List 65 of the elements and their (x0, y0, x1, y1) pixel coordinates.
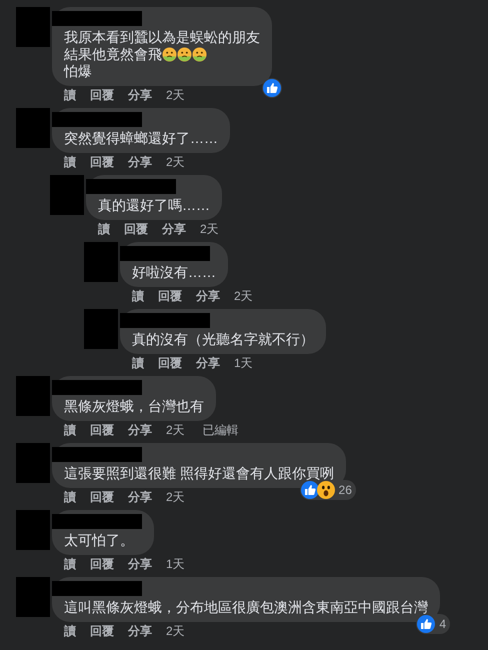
action-link[interactable]: 讀 (132, 356, 144, 370)
comment-text: 太可怕了。 (64, 532, 134, 549)
action-link[interactable]: 分享 (196, 356, 220, 370)
action-link[interactable]: 回覆 (90, 423, 114, 437)
action-link[interactable]: 回覆 (124, 222, 148, 236)
timestamp: 2天 (166, 88, 185, 102)
comment-text: 黑條灰燈蛾，台灣也有 (64, 398, 204, 415)
sick-face-icon (192, 47, 207, 62)
timestamp: 2天 (166, 624, 185, 638)
action-link[interactable]: 讀 (64, 88, 76, 102)
comment-text: 怕爆 (64, 63, 92, 80)
action-link[interactable]: 分享 (128, 490, 152, 504)
timestamp: 2天 (234, 289, 253, 303)
action-link[interactable]: 分享 (128, 155, 152, 169)
like-icon (300, 481, 319, 499)
comment-text: 好啦沒有…… (132, 264, 216, 281)
action-link[interactable]: 回覆 (90, 624, 114, 638)
timestamp: 1天 (234, 356, 253, 370)
comment-text: 真的沒有（光聽名字就不行） (132, 331, 314, 348)
redaction-block (16, 443, 50, 483)
redaction-block (84, 309, 118, 349)
redaction-block (16, 7, 50, 47)
comment-text: 我原本看到蠶以為是蜈蚣的朋友 (64, 29, 260, 46)
action-link[interactable]: 分享 (128, 557, 152, 571)
action-link[interactable]: 回覆 (158, 356, 182, 370)
timestamp: 2天 (200, 222, 219, 236)
redaction-block (84, 242, 118, 282)
timestamp: 2天 (166, 490, 185, 504)
redaction-block (16, 108, 50, 148)
redaction-block (16, 577, 50, 617)
action-link[interactable]: 讀 (64, 624, 76, 638)
comment-text: 突然覺得蟑螂還好了…… (64, 130, 218, 147)
action-link[interactable]: 讀 (64, 155, 76, 169)
action-link[interactable]: 分享 (162, 222, 186, 236)
reaction-count: 26 (338, 482, 353, 499)
action-link[interactable]: 分享 (128, 423, 152, 437)
action-link[interactable]: 回覆 (90, 557, 114, 571)
action-link[interactable]: 讀 (98, 222, 110, 236)
action-link[interactable]: 分享 (196, 289, 220, 303)
comment-text: 這叫黑條灰燈蛾，分布地區很廣包澳洲含東南亞中國跟台灣 (64, 599, 428, 616)
action-link[interactable]: 分享 (128, 88, 152, 102)
comment-text: 真的還好了嗎…… (98, 197, 210, 214)
action-link[interactable]: 回覆 (90, 490, 114, 504)
action-link[interactable]: 讀 (132, 289, 144, 303)
comment-text: 結果他竟然會飛 (64, 46, 162, 63)
action-link[interactable]: 讀 (64, 557, 76, 571)
timestamp: 1天 (166, 557, 185, 571)
timestamp: 2天 (166, 423, 185, 437)
action-link[interactable]: 讀 (64, 423, 76, 437)
redaction-block (16, 510, 50, 550)
reaction-count: 4 (438, 616, 447, 633)
action-link[interactable]: 回覆 (90, 155, 114, 169)
sick-face-icon (177, 47, 192, 62)
action-link[interactable]: 回覆 (158, 289, 182, 303)
comment-text: 這張要照到還很難 照得好還會有人跟你買咧 (64, 465, 334, 482)
redaction-block (16, 376, 50, 416)
action-link[interactable]: 回覆 (90, 88, 114, 102)
action-link[interactable]: 分享 (128, 624, 152, 638)
like-icon (417, 615, 436, 633)
surprised-face-icon (316, 481, 335, 499)
redaction-block (50, 175, 84, 215)
action-link[interactable]: 讀 (64, 490, 76, 504)
timestamp: 2天 (166, 155, 185, 169)
edited-label: 已編輯 (202, 423, 239, 437)
sick-face-icon (162, 47, 177, 62)
